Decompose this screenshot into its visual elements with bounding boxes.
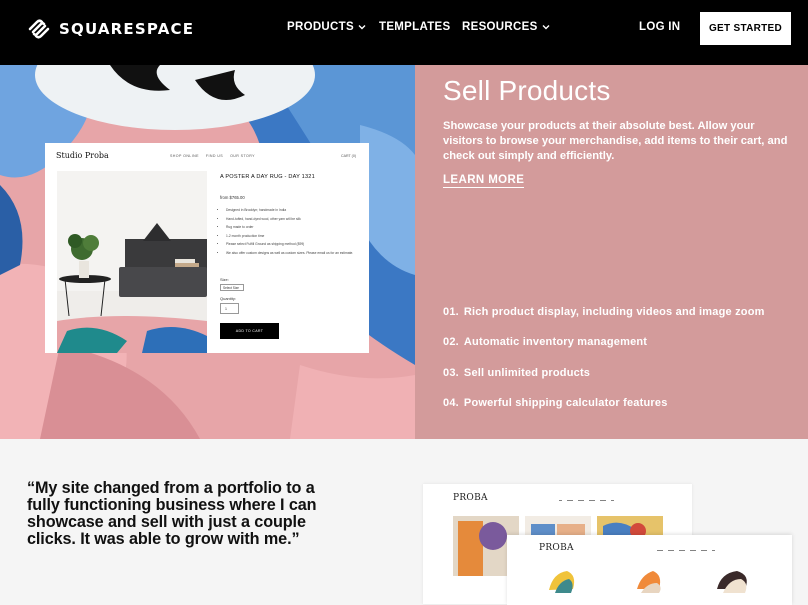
mock-nav-item: FIND US <box>205 154 224 158</box>
learn-more-link[interactable]: LEARN MORE <box>443 174 525 188</box>
mock-nav-item: OUR STORY <box>230 154 255 158</box>
section-title: Sell Products <box>443 75 611 106</box>
section-description: Showcase your products at their absolute… <box>443 120 788 162</box>
nav-resources-label: RESOURCES <box>462 21 538 33</box>
feature-text: Powerful shipping calculator features <box>463 397 668 409</box>
shot-nav: ▬ ▬▬ ▬▬ ▬▬ ▬▬ ▬ <box>559 498 614 502</box>
feature-number: 02. <box>443 336 459 348</box>
shot-brand: PROBA <box>539 543 574 553</box>
feature-number: 04. <box>443 397 459 409</box>
mock-cart: CART (0) <box>341 154 357 158</box>
nav-login[interactable]: LOG IN <box>639 21 680 33</box>
mock-nav: SHOP ONLINE FIND US OUR STORY <box>170 154 255 158</box>
feature-item: 02. Automatic inventory management <box>443 336 647 348</box>
nav-templates-label: TEMPLATES <box>379 21 451 33</box>
get-started-button[interactable]: GET STARTED <box>700 12 791 45</box>
nav-resources[interactable]: RESOURCES <box>462 21 550 33</box>
mock-product-bullets: Designed in Brooklyn; handmade in India … <box>226 206 353 258</box>
mock-brand: Studio Proba <box>56 151 109 160</box>
rug-photo: Studio Proba SHOP ONLINE FIND US OUR STO… <box>0 65 415 439</box>
feature-text: Rich product display, including videos a… <box>463 306 765 318</box>
shot-nav: ▬▬ ▬▬ ▬▬ ▬▬ ▬▬ ▬ <box>657 548 715 552</box>
mock-add-to-cart-button: ADD TO CART <box>220 323 279 339</box>
testimonial-quote: “My site changed from a portfolio to a f… <box>27 479 317 548</box>
hero-section: Studio Proba SHOP ONLINE FIND US OUR STO… <box>0 65 808 439</box>
mock-qty-label: Quantity: <box>220 296 237 301</box>
store-page-mockup: Studio Proba SHOP ONLINE FIND US OUR STO… <box>45 143 369 353</box>
nav-products[interactable]: PRODUCTS <box>287 21 366 33</box>
list-item: Designed in Brooklyn; handmade in India <box>226 206 353 215</box>
chevron-down-icon <box>358 25 366 30</box>
nav-login-label: LOG IN <box>639 21 681 33</box>
feature-number: 03. <box>443 367 459 379</box>
list-item: We also offer custom designs as well as … <box>226 249 353 258</box>
mock-nav-item: SHOP ONLINE <box>170 154 199 158</box>
chevron-down-icon <box>542 25 550 30</box>
mock-qty-input: 1 <box>220 303 239 314</box>
top-nav: SQUARESPACE PRODUCTS TEMPLATES RESOURCES… <box>0 0 808 65</box>
feature-text: Automatic inventory management <box>463 336 648 348</box>
logo-text: SQUARESPACE <box>59 20 195 38</box>
mock-size-select: Select Size <box>220 284 244 291</box>
nav-products-label: PRODUCTS <box>287 21 354 33</box>
squarespace-logo[interactable]: SQUARESPACE <box>27 17 194 41</box>
squarespace-logo-icon <box>28 19 50 39</box>
living-room-illustration <box>57 171 207 353</box>
shot-brand: PROBA <box>453 493 488 503</box>
feature-number: 01. <box>443 306 459 318</box>
mock-product-title: A POSTER A DAY RUG - DAY 1321 <box>220 174 315 180</box>
mock-product-price: from $765.00 <box>220 195 245 200</box>
list-item: Rug made to order <box>226 223 353 232</box>
feature-text: Sell unlimited products <box>463 367 591 379</box>
feature-item: 03. Sell unlimited products <box>443 367 590 379</box>
feature-item: 04. Powerful shipping calculator features <box>443 397 668 409</box>
pillow-product-images <box>549 571 747 593</box>
feature-item: 01. Rich product display, including video… <box>443 306 765 318</box>
store-screenshot-front: PROBA ▬▬ ▬▬ ▬▬ ▬▬ ▬▬ ▬ <box>507 535 792 605</box>
sell-products-panel: Sell Products Showcase your products at … <box>415 65 808 439</box>
list-item: Hand-tufted, hand-dyed wool, other yarn … <box>226 215 353 224</box>
list-item: 1-2 month production time <box>226 232 353 241</box>
list-item: Please select Fulfill Ground as shipping… <box>226 240 353 249</box>
mock-product-photo <box>57 171 207 353</box>
mock-size-label: Size: <box>220 277 229 282</box>
nav-templates[interactable]: TEMPLATES <box>379 21 451 33</box>
